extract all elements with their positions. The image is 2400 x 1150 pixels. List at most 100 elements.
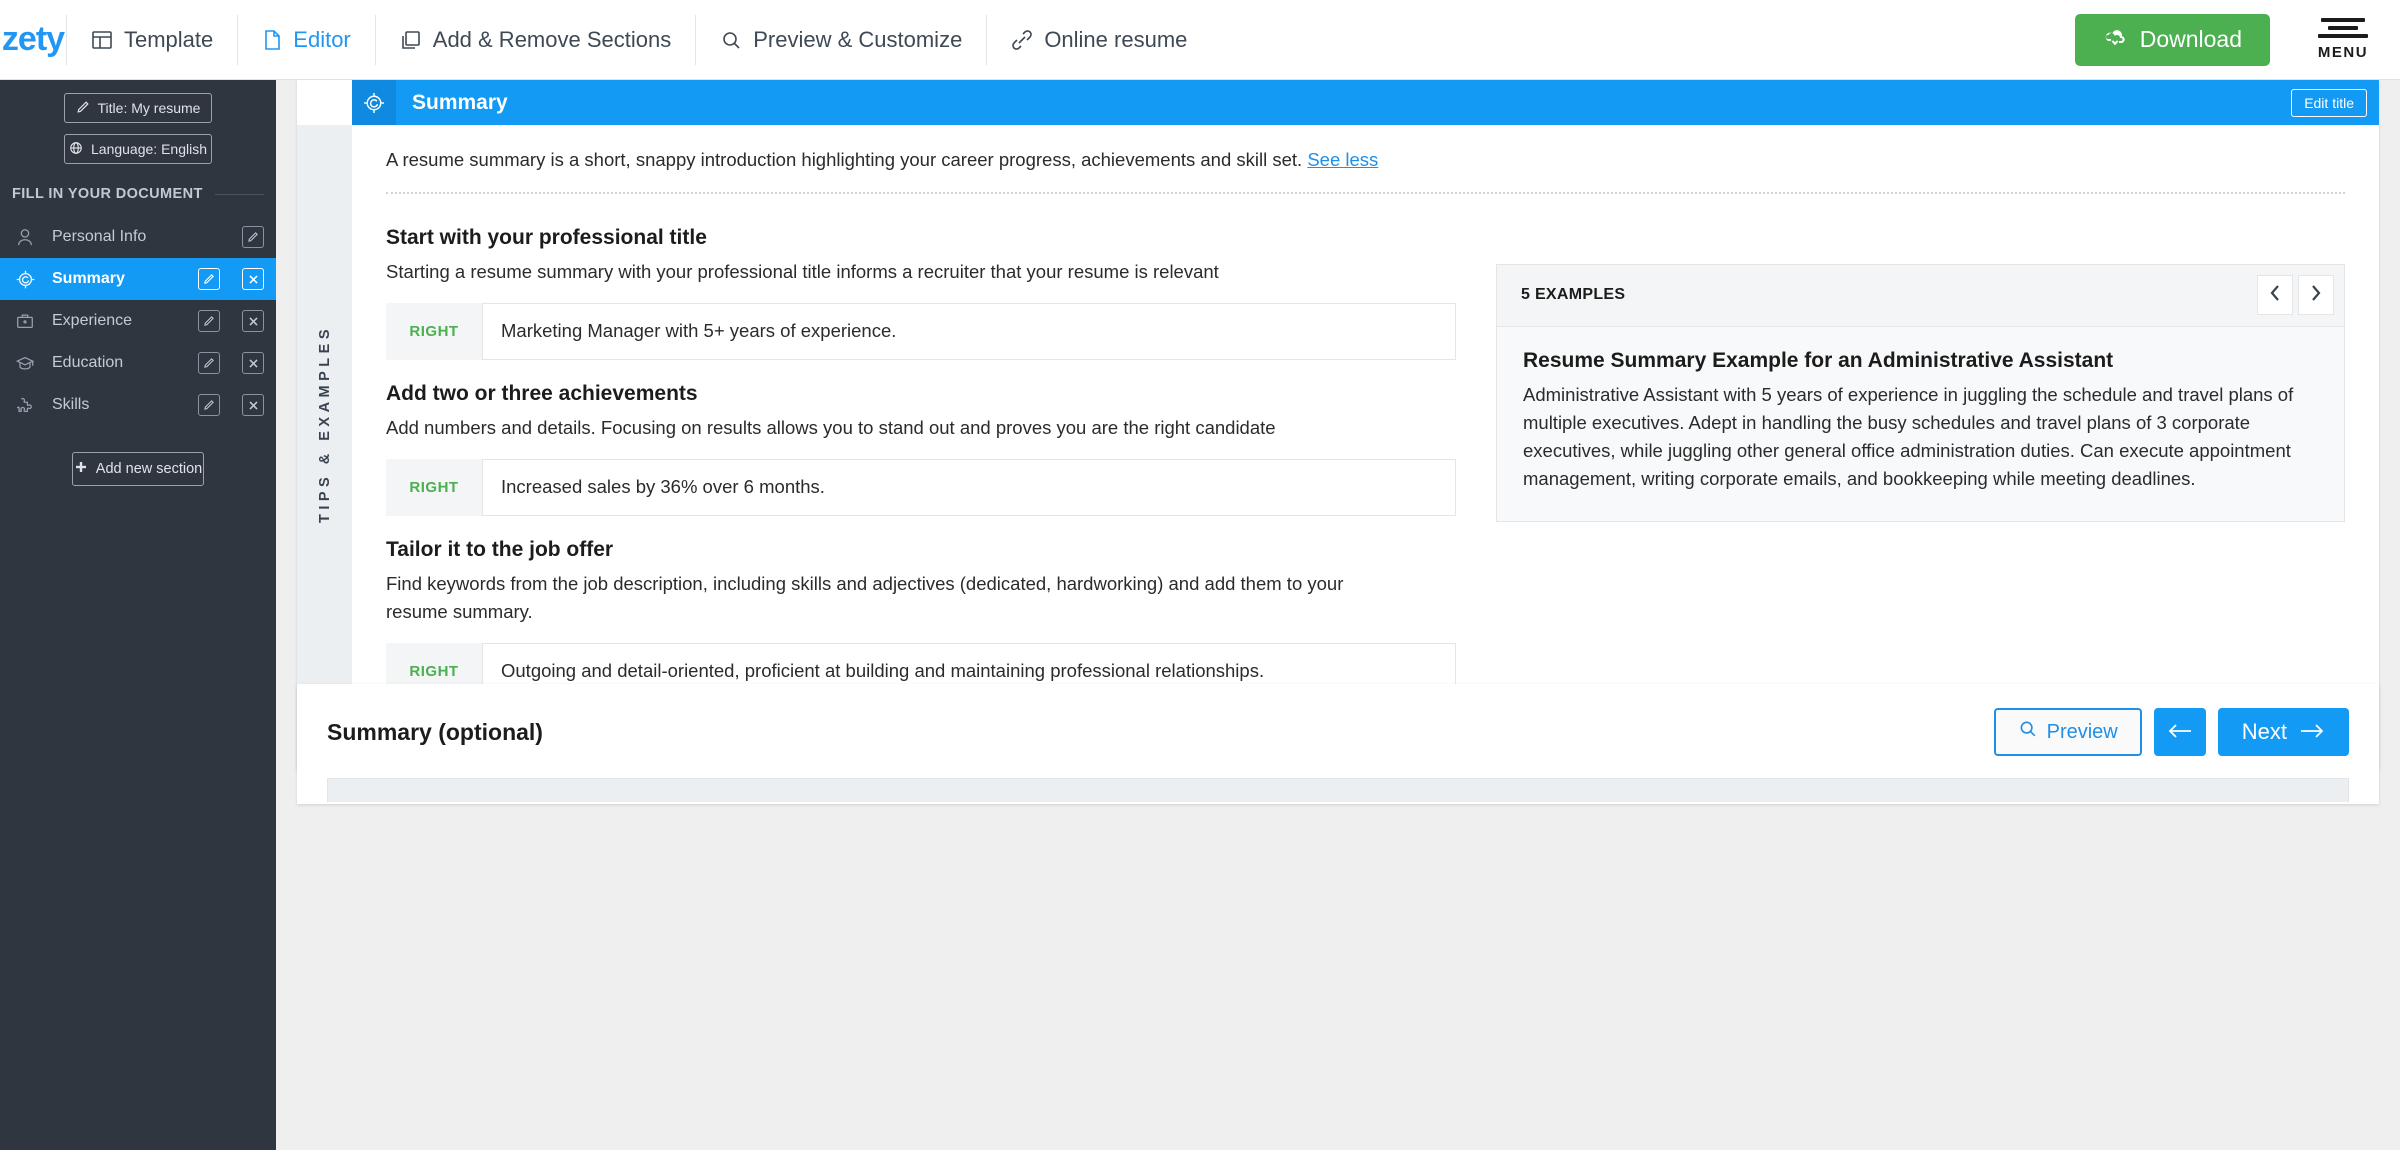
plus-icon [74,460,88,478]
page-title: Summary [412,90,508,114]
resume-title-label: Title: My resume [97,100,201,116]
edit-section-button[interactable] [198,310,220,332]
sidebar-item-education[interactable]: Education [0,342,276,384]
examples-prev-button[interactable] [2257,275,2293,316]
edit-section-button[interactable] [242,226,264,248]
link-icon [1011,29,1033,51]
globe-icon [69,141,83,158]
nav-item-preview-customize[interactable]: Preview & Customize [696,0,986,80]
nav-item-add-remove-sections[interactable]: Add & Remove Sections [376,0,695,80]
summary-form-card: Summary (optional) Preview Next [297,684,2379,804]
summary-section-card: Summary Edit title TIPS & EXAMPLES A res… [297,80,2379,770]
tips-intro: A resume summary is a short, snappy intr… [386,147,2345,194]
zety-logo[interactable]: zety [0,20,66,59]
tip-heading: Start with your professional title [386,225,707,249]
arrow-right-icon [2299,719,2325,745]
sidebar-item-summary[interactable]: Summary [0,258,276,300]
preview-button[interactable]: Preview [1993,708,2142,756]
nav-label: Online resume [1044,26,1188,52]
pencil-icon [76,100,90,117]
nav-item-template[interactable]: Template [67,0,237,80]
target-icon [14,269,36,290]
delete-section-button[interactable] [242,310,264,332]
tip-block: Start with your professional title Start… [386,226,1466,360]
tip-example-box: RIGHT Increased sales by 36% over 6 mont… [386,459,1456,517]
sidebar-section-list: Personal Info Summary Experience Educati… [0,216,276,426]
resume-title-button[interactable]: Title: My resume [64,93,212,123]
back-button[interactable] [2153,708,2206,756]
tips-rail: TIPS & EXAMPLES [297,125,352,724]
examples-count-label: 5 EXAMPLES [1521,286,1626,304]
nav-label: Add & Remove Sections [432,26,672,52]
tip-example-text: Marketing Manager with 5+ years of exper… [482,303,1456,360]
tips-body: A resume summary is a short, snappy intr… [352,125,2379,724]
search-icon [2018,719,2038,745]
cloud-download-icon [2103,26,2127,53]
edit-section-button[interactable] [198,394,220,416]
tip-heading: Add two or three achievements [386,382,698,405]
tips-area: TIPS & EXAMPLES A resume summary is a sh… [297,125,2379,724]
main-content: Summary Edit title TIPS & EXAMPLES A res… [276,80,2400,1150]
preview-label: Preview [2046,720,2118,743]
examples-column: 5 EXAMPLES Resume Summary Example for an… [1496,204,2345,700]
top-navigation-bar: zety Template Editor Add & Remove Sectio… [0,0,2400,80]
nav-item-online-resume[interactable]: Online resume [987,0,1211,80]
tip-block: Add two or three achievements Add number… [386,382,1466,517]
edit-title-button[interactable]: Edit title [2291,88,2367,117]
edit-section-button[interactable] [198,268,220,290]
tip-body: Starting a resume summary with your prof… [386,260,1219,282]
hamburger-icon-line [2321,18,2365,22]
tip-example-box: RIGHT Marketing Manager with 5+ years of… [386,303,1456,360]
next-button[interactable]: Next [2217,708,2349,756]
puzzle-icon [14,395,36,415]
sidebar-item-label: Skills [52,396,90,413]
sidebar: Title: My resume Language: English FILL … [0,80,276,1150]
next-label: Next [2241,719,2287,744]
person-icon [14,227,36,247]
tip-body: Add numbers and details. Focusing on res… [386,417,1276,438]
delete-section-button[interactable] [242,268,264,290]
sidebar-item-experience[interactable]: Experience [0,300,276,342]
menu-label: MENU [2317,44,2369,61]
tips-list: Start with your professional title Start… [386,204,1466,700]
nav-label: Editor [293,26,351,52]
hamburger-icon-line [2328,26,2358,30]
template-icon [91,29,113,51]
tip-block: Tailor it to the job offer Find keywords… [386,538,1466,700]
add-new-section-button[interactable]: Add new section [72,452,204,486]
fill-in-your-document-label: FILL IN YOUR DOCUMENT [12,186,276,202]
target-icon [352,80,396,125]
right-tag: RIGHT [409,479,459,497]
nav-label: Template [124,26,214,52]
tip-heading: Tailor it to the job offer [386,538,614,562]
graduation-cap-icon [14,353,36,373]
arrow-left-icon [2167,719,2193,745]
sidebar-item-skills[interactable]: Skills [0,384,276,426]
examples-next-button[interactable] [2298,275,2334,316]
tip-body: Find keywords from the job description, … [386,573,1344,622]
sidebar-item-label: Education [52,354,124,371]
download-label: Download [2139,26,2242,52]
summary-textarea-toolbar[interactable] [327,778,2349,802]
examples-panel: 5 EXAMPLES Resume Summary Example for an… [1496,263,2345,523]
summary-section-header: Summary Edit title [352,80,2379,125]
delete-section-button[interactable] [242,394,264,416]
language-button[interactable]: Language: English [64,134,212,164]
example-card: Resume Summary Example for an Administra… [1497,326,2344,522]
download-button[interactable]: Download [2074,13,2270,66]
nav-item-editor[interactable]: Editor [238,0,374,80]
right-tag: RIGHT [409,323,459,341]
sections-icon [400,29,422,51]
delete-section-button[interactable] [242,352,264,374]
hamburger-icon-line [2318,34,2368,38]
tips-rail-label: TIPS & EXAMPLES [316,325,333,524]
sidebar-item-personal-info[interactable]: Personal Info [0,216,276,258]
search-icon [720,29,742,51]
sidebar-item-label: Summary [52,270,125,287]
menu-button[interactable]: MENU [2304,18,2382,61]
tips-intro-text: A resume summary is a short, snappy intr… [386,149,1303,170]
example-title: Resume Summary Example for an Administra… [1523,348,2114,372]
see-less-link[interactable]: See less [1307,149,1378,170]
example-text: Administrative Assistant with 5 years of… [1523,383,2294,490]
edit-section-button[interactable] [198,352,220,374]
